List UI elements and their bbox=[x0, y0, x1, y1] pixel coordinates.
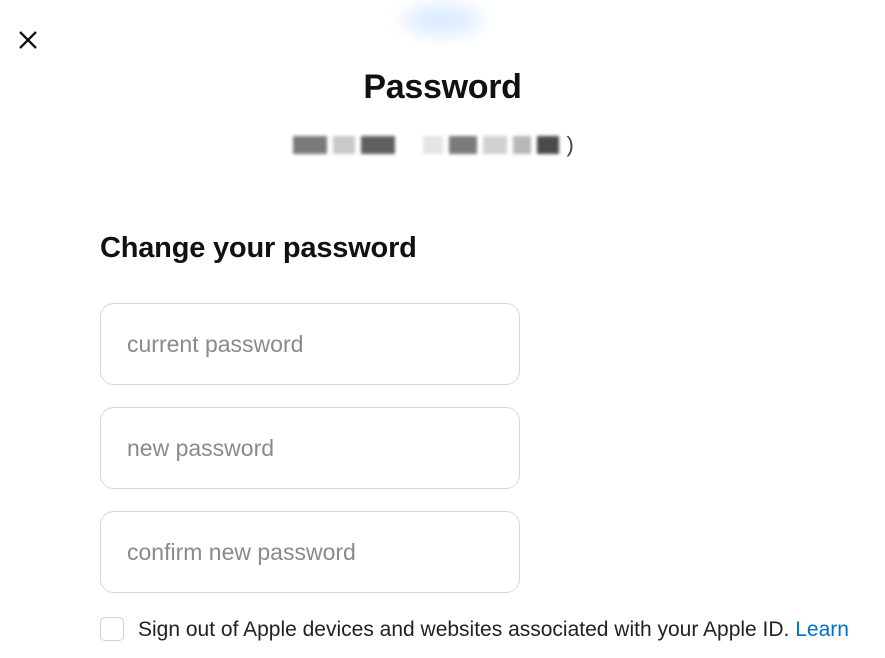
change-password-form: Change your password Sign out of Apple d… bbox=[100, 232, 865, 644]
close-icon bbox=[17, 29, 39, 56]
signout-label-text: Sign out of Apple devices and websites a… bbox=[138, 618, 795, 641]
page-title: Password bbox=[0, 68, 885, 107]
avatar-blurred bbox=[398, 0, 488, 40]
new-password-input[interactable] bbox=[100, 407, 520, 489]
close-button[interactable] bbox=[14, 28, 42, 56]
section-heading: Change your password bbox=[100, 232, 865, 265]
confirm-password-input[interactable] bbox=[100, 511, 520, 593]
signout-checkbox-row: Sign out of Apple devices and websites a… bbox=[100, 615, 865, 644]
account-identifier-redacted: ) bbox=[293, 132, 593, 158]
current-password-input[interactable] bbox=[100, 303, 520, 385]
learn-more-link[interactable]: Learn bbox=[795, 618, 849, 641]
signout-checkbox[interactable] bbox=[100, 617, 124, 641]
signout-label: Sign out of Apple devices and websites a… bbox=[138, 615, 849, 644]
